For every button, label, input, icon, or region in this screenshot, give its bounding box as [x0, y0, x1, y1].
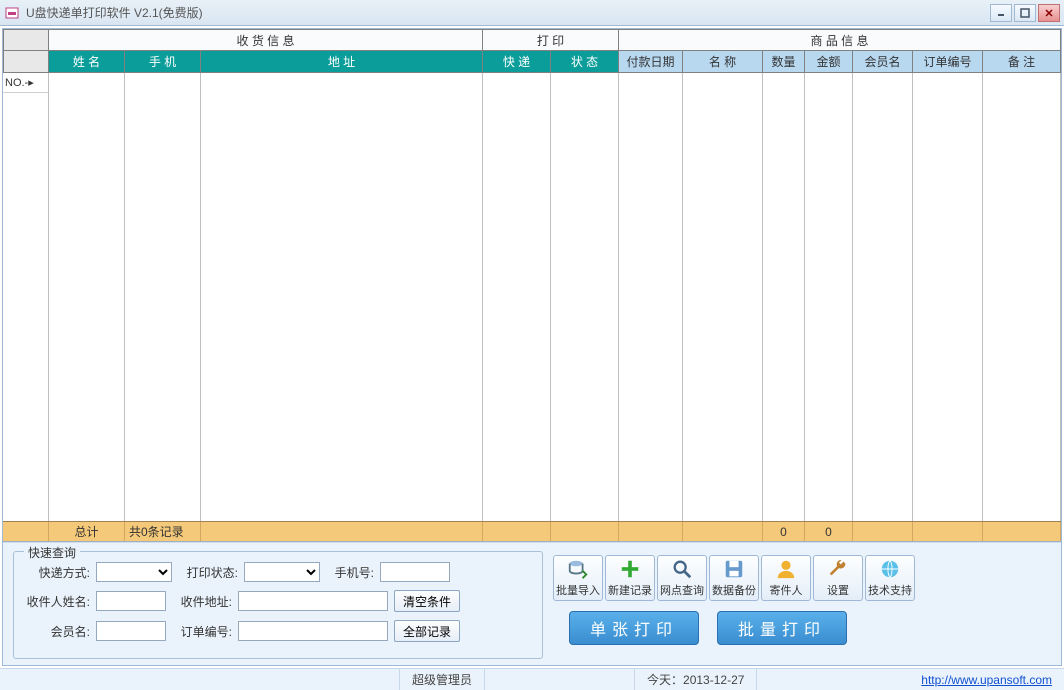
footer-total: 总计 — [49, 522, 125, 541]
person-icon — [775, 558, 797, 580]
col-orderno[interactable]: 订单编号 — [913, 51, 983, 73]
phone-input[interactable] — [380, 562, 450, 582]
label-express: 快递方式: — [24, 564, 90, 581]
grid-col-phone — [125, 73, 201, 521]
print-batch-button[interactable]: 批量打印 — [717, 611, 847, 645]
grid-col-paydate — [619, 73, 683, 521]
grid-col-prodname — [683, 73, 763, 521]
grid-col-status — [551, 73, 619, 521]
label-recipient: 收件人姓名: — [24, 593, 90, 610]
address-input[interactable] — [238, 591, 388, 611]
label-status: 打印状态: — [178, 564, 238, 581]
col-phone[interactable]: 手 机 — [125, 51, 201, 73]
quick-query-panel: 快速查询 快递方式: 打印状态: 手机号: 收件人姓名: 收件地址: 清空条件 — [13, 551, 543, 659]
close-button[interactable] — [1038, 4, 1060, 22]
window-title: U盘快递单打印软件 V2.1(免费版) — [26, 4, 990, 21]
query-legend: 快速查询 — [24, 544, 80, 561]
database-import-icon — [567, 558, 589, 580]
col-remark[interactable]: 备 注 — [983, 51, 1061, 73]
grid-col-name — [49, 73, 125, 521]
rownum-header — [3, 29, 49, 51]
settings-button[interactable]: 设置 — [813, 555, 863, 601]
label-member: 会员名: — [24, 623, 90, 640]
footer-qty: 0 — [763, 522, 805, 541]
row-indicator[interactable]: NO.-▸ — [3, 73, 48, 93]
import-button[interactable]: 批量导入 — [553, 555, 603, 601]
member-input[interactable] — [96, 621, 166, 641]
titlebar: U盘快递单打印软件 V2.1(免费版) — [0, 0, 1064, 26]
col-paydate[interactable]: 付款日期 — [619, 51, 683, 73]
globe-icon — [879, 558, 901, 580]
grid-col-orderno — [913, 73, 983, 521]
app-icon — [4, 5, 20, 21]
wrench-icon — [827, 558, 849, 580]
label-phone: 手机号: — [326, 564, 374, 581]
orderno-input[interactable] — [238, 621, 388, 641]
grid-col-member — [853, 73, 913, 521]
status-url[interactable]: http://www.upansoft.com — [921, 673, 1064, 687]
col-address[interactable]: 地 址 — [201, 51, 483, 73]
col-member[interactable]: 会员名 — [853, 51, 913, 73]
statusbar: 超级管理员 今天：2013-12-27 http://www.upansoft.… — [0, 668, 1064, 690]
network-query-button[interactable]: 网点查询 — [657, 555, 707, 601]
sender-button[interactable]: 寄件人 — [761, 555, 811, 601]
group-product: 商 品 信 息 — [619, 29, 1061, 51]
data-grid: 收 货 信 息 打 印 商 品 信 息 姓 名 手 机 地 址 快 递 状 态 … — [3, 29, 1061, 542]
label-orderno: 订单编号: — [172, 623, 232, 640]
footer-count: 共0条记录 — [125, 522, 201, 541]
maximize-button[interactable] — [1014, 4, 1036, 22]
minimize-button[interactable] — [990, 4, 1012, 22]
grid-col-remark — [983, 73, 1061, 521]
col-status[interactable]: 状 态 — [551, 51, 619, 73]
express-combo[interactable] — [96, 562, 172, 582]
col-name[interactable]: 姓 名 — [49, 51, 125, 73]
new-record-button[interactable]: 新建记录 — [605, 555, 655, 601]
footer-amount: 0 — [805, 522, 853, 541]
status-today: 今天：2013-12-27 — [635, 669, 757, 690]
grid-col-qty — [763, 73, 805, 521]
grid-col-amount — [805, 73, 853, 521]
plus-icon — [619, 558, 641, 580]
support-button[interactable]: 技术支持 — [865, 555, 915, 601]
toolbar: 批量导入 新建记录 网点查询 数据备份 — [553, 555, 1051, 601]
col-amount[interactable]: 金额 — [805, 51, 853, 73]
grid-col-address — [201, 73, 483, 521]
grid-col-express — [483, 73, 551, 521]
search-icon — [671, 558, 693, 580]
group-receiving: 收 货 信 息 — [49, 29, 483, 51]
print-single-button[interactable]: 单张打印 — [569, 611, 699, 645]
group-print: 打 印 — [483, 29, 619, 51]
col-express[interactable]: 快 递 — [483, 51, 551, 73]
backup-button[interactable]: 数据备份 — [709, 555, 759, 601]
col-prodname[interactable]: 名 称 — [683, 51, 763, 73]
label-address: 收件地址: — [172, 593, 232, 610]
rownum-header2 — [3, 51, 49, 73]
all-records-button[interactable]: 全部记录 — [394, 620, 460, 642]
status-combo[interactable] — [244, 562, 320, 582]
save-icon — [723, 558, 745, 580]
recipient-input[interactable] — [96, 591, 166, 611]
clear-button[interactable]: 清空条件 — [394, 590, 460, 612]
col-qty[interactable]: 数量 — [763, 51, 805, 73]
status-user: 超级管理员 — [400, 669, 485, 690]
grid-footer: 总计 共0条记录 0 0 — [3, 521, 1061, 541]
